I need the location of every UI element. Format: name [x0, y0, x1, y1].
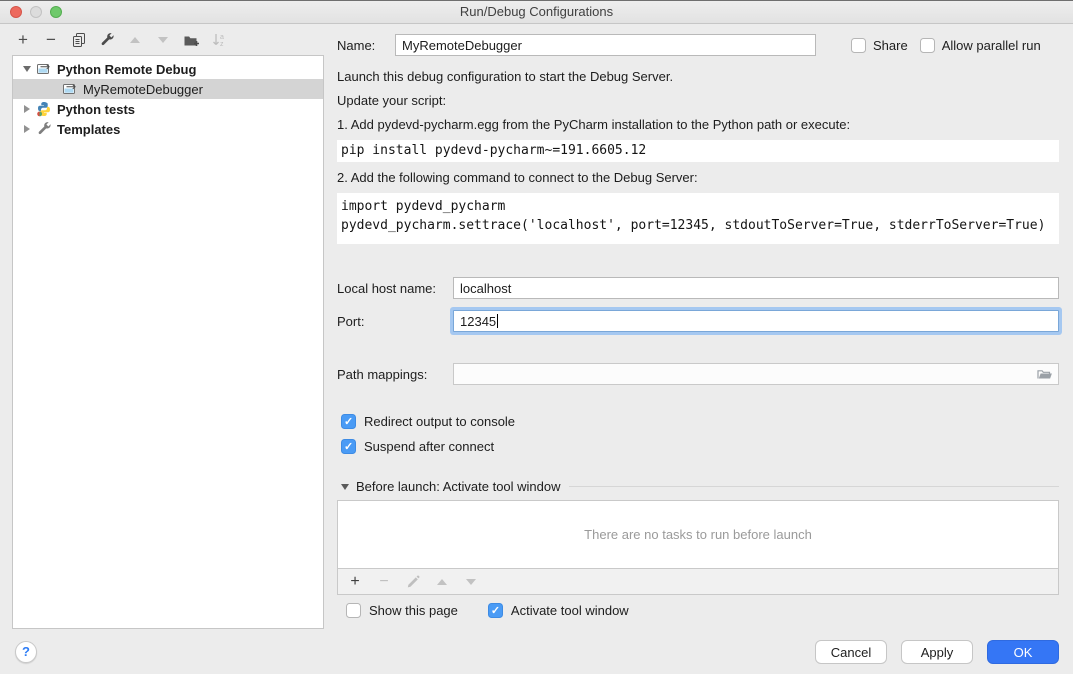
- before-launch-tasks-list[interactable]: There are no tasks to run before launch: [337, 500, 1059, 569]
- svg-text:z: z: [220, 41, 224, 48]
- python-tests-icon: [36, 101, 52, 117]
- port-input[interactable]: 12345: [453, 310, 1059, 332]
- titlebar: Run/Debug Configurations: [0, 1, 1073, 24]
- suspend-after-connect-label: Suspend after connect: [364, 439, 494, 454]
- before-launch-header: Before launch: Activate tool window: [356, 479, 561, 494]
- configuration-form: Name: Share Allow parallel run Launch th…: [337, 23, 1059, 618]
- section-divider: [569, 486, 1059, 487]
- copy-configuration-icon[interactable]: [70, 31, 88, 49]
- add-configuration-icon[interactable]: +: [14, 31, 32, 49]
- move-up-icon[interactable]: [126, 31, 144, 49]
- empty-tasks-message: There are no tasks to run before launch: [584, 527, 812, 542]
- move-task-up-icon[interactable]: [434, 574, 450, 590]
- tree-item-python-tests[interactable]: Python tests: [13, 99, 323, 119]
- pip-install-command: pip install pydevd-pycharm~=191.6605.12: [337, 140, 1059, 162]
- add-task-icon[interactable]: +: [347, 574, 363, 590]
- show-this-page-label: Show this page: [369, 603, 458, 618]
- run-debug-configurations-dialog: Run/Debug Configurations + −: [0, 0, 1073, 674]
- run-configuration-icon: [62, 81, 78, 97]
- port-label: Port:: [337, 314, 453, 329]
- collapse-section-icon[interactable]: [341, 484, 349, 490]
- tree-item-python-remote-debug[interactable]: Python Remote Debug: [13, 59, 323, 79]
- new-folder-icon[interactable]: [182, 31, 200, 49]
- share-label: Share: [873, 38, 908, 53]
- share-checkbox[interactable]: [851, 38, 866, 53]
- path-mappings-label: Path mappings:: [337, 367, 453, 382]
- tasks-toolbar: + −: [337, 569, 1059, 595]
- move-down-icon[interactable]: [154, 31, 172, 49]
- templates-wrench-icon: [36, 121, 52, 137]
- apply-button[interactable]: Apply: [901, 640, 973, 664]
- collapse-arrow-icon[interactable]: [20, 66, 34, 72]
- intro-text: Launch this debug configuration to start…: [337, 69, 1059, 85]
- expand-arrow-icon[interactable]: [20, 105, 34, 113]
- path-mappings-input[interactable]: [453, 363, 1059, 385]
- tree-item-myremotedebugger[interactable]: MyRemoteDebugger: [13, 79, 323, 99]
- text-caret: [497, 314, 498, 328]
- local-host-name-label: Local host name:: [337, 281, 453, 296]
- step2-text: 2. Add the following command to connect …: [337, 170, 1059, 186]
- svg-text:a: a: [220, 34, 224, 41]
- expand-arrow-icon[interactable]: [20, 125, 34, 133]
- run-configuration-icon: [36, 61, 52, 77]
- redirect-output-checkbox[interactable]: [341, 414, 356, 429]
- help-button[interactable]: ?: [15, 641, 37, 663]
- edit-templates-icon[interactable]: [98, 31, 116, 49]
- sort-alphabetically-icon[interactable]: a z: [210, 31, 228, 49]
- name-input[interactable]: [395, 34, 816, 56]
- local-host-name-input[interactable]: [453, 277, 1059, 299]
- step1-text: 1. Add pydevd-pycharm.egg from the PyCha…: [337, 117, 1059, 133]
- allow-parallel-run-checkbox[interactable]: [920, 38, 935, 53]
- browse-folder-icon[interactable]: [1036, 366, 1054, 382]
- activate-tool-window-label: Activate tool window: [511, 603, 629, 618]
- ok-button[interactable]: OK: [987, 640, 1059, 664]
- configurations-toolbar: + − a z: [14, 29, 228, 51]
- suspend-after-connect-checkbox[interactable]: [341, 439, 356, 454]
- update-script-text: Update your script:: [337, 93, 1059, 109]
- remove-task-icon[interactable]: −: [376, 574, 392, 590]
- redirect-output-label: Redirect output to console: [364, 414, 515, 429]
- dialog-buttons: Cancel Apply OK: [815, 640, 1059, 664]
- window-title: Run/Debug Configurations: [0, 1, 1073, 22]
- settrace-code-snippet: import pydevd_pycharm pydevd_pycharm.set…: [337, 193, 1059, 244]
- activate-tool-window-checkbox[interactable]: [488, 603, 503, 618]
- show-this-page-checkbox[interactable]: [346, 603, 361, 618]
- move-task-down-icon[interactable]: [463, 574, 479, 590]
- allow-parallel-run-label: Allow parallel run: [942, 38, 1041, 53]
- tree-item-templates[interactable]: Templates: [13, 119, 323, 139]
- remove-configuration-icon[interactable]: −: [42, 31, 60, 49]
- cancel-button[interactable]: Cancel: [815, 640, 887, 664]
- name-label: Name:: [337, 38, 395, 53]
- edit-task-icon[interactable]: [405, 574, 421, 590]
- configurations-tree: Python Remote Debug MyRemoteDebugger: [12, 55, 324, 629]
